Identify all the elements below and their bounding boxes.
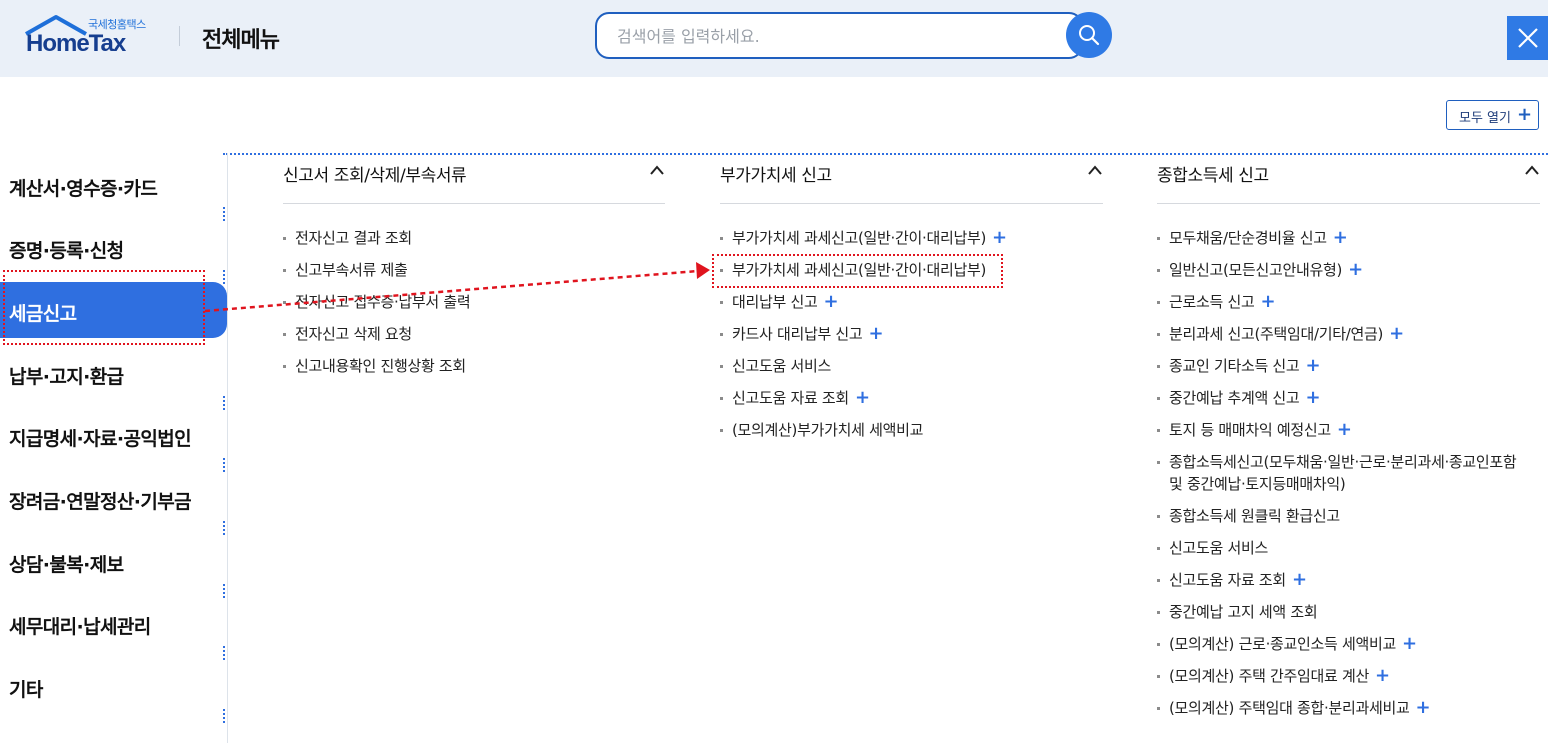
sidebar-item-tax-agent[interactable]: 세무대리·납세관리 xyxy=(0,595,228,651)
chevron-up-icon[interactable] xyxy=(649,164,665,176)
plus-icon[interactable]: + xyxy=(1337,419,1352,440)
sidebar-item-payment[interactable]: 납부·고지·환급 xyxy=(0,345,228,401)
plus-icon[interactable]: + xyxy=(1305,387,1320,408)
chevron-up-icon[interactable] xyxy=(1524,164,1540,176)
dotted-marker xyxy=(223,396,225,410)
sidebar-item-label: 지급명세·자료·공익법인 xyxy=(9,428,192,450)
plus-icon[interactable]: + xyxy=(1375,665,1390,686)
expand-all-label: 모두 열기 xyxy=(1459,111,1511,126)
plus-icon[interactable]: + xyxy=(1305,355,1320,376)
sidebar-item-payment-statement[interactable]: 지급명세·자료·공익법인 xyxy=(0,407,228,463)
highlight-box-sidebar xyxy=(3,270,205,345)
menu-top-dotted-border xyxy=(223,153,1548,155)
highlight-box-menu-item xyxy=(712,254,1003,288)
dotted-marker xyxy=(223,709,225,723)
plus-icon: + xyxy=(1517,104,1533,125)
dotted-marker xyxy=(223,458,225,472)
plus-icon[interactable]: + xyxy=(868,323,883,344)
close-icon xyxy=(1518,28,1538,48)
plus-icon[interactable]: + xyxy=(855,387,870,408)
dotted-marker xyxy=(223,584,225,598)
search-input[interactable] xyxy=(617,24,1057,48)
plus-icon[interactable]: + xyxy=(1292,569,1307,590)
plus-icon[interactable]: + xyxy=(1333,227,1348,248)
plus-icon[interactable]: + xyxy=(823,291,838,312)
dotted-marker xyxy=(223,646,225,660)
search-box xyxy=(595,12,1083,59)
search-icon xyxy=(1079,25,1100,46)
dotted-marker xyxy=(223,207,225,221)
sidebar-item-label: 장려금·연말정산·기부금 xyxy=(9,491,192,513)
sidebar-item-label: 기타 xyxy=(9,679,43,701)
sidebar-item-consultation[interactable]: 상담·불복·제보 xyxy=(0,533,228,589)
sidebar-item-certificate[interactable]: 증명·등록·신청 xyxy=(0,219,228,275)
column-divider xyxy=(283,203,665,204)
expand-all-button[interactable]: 모두 열기 + xyxy=(1446,100,1539,130)
chevron-up-icon[interactable] xyxy=(1087,164,1103,176)
search-button[interactable] xyxy=(1066,12,1112,58)
header-divider xyxy=(179,26,180,46)
column-divider xyxy=(1157,203,1540,204)
plus-icon[interactable]: + xyxy=(992,227,1007,248)
category-sidebar: 계산서·영수증·카드 증명·등록·신청 세금신고 납부·고지·환급 지급명세·자… xyxy=(0,153,228,743)
sidebar-item-label: 세무대리·납세관리 xyxy=(9,616,151,638)
logo-english-text: HomeTax xyxy=(26,30,126,57)
top-header: 국세청홈택스 HomeTax 전체메뉴 xyxy=(0,0,1548,77)
sidebar-item-etc[interactable]: 기타 xyxy=(0,658,228,714)
sidebar-item-label: 증명·등록·신청 xyxy=(9,240,124,262)
sidebar-item-label: 계산서·영수증·카드 xyxy=(9,178,158,200)
column-title[interactable]: 부가가치세 신고 xyxy=(720,161,832,186)
dotted-marker xyxy=(223,521,225,535)
sidebar-item-label: 상담·불복·제보 xyxy=(9,554,124,576)
sidebar-item-invoice[interactable]: 계산서·영수증·카드 xyxy=(0,157,228,213)
dotted-marker xyxy=(223,270,225,284)
plus-icon[interactable]: + xyxy=(1348,259,1363,280)
page-title: 전체메뉴 xyxy=(202,28,280,53)
plus-icon[interactable]: + xyxy=(1402,633,1417,654)
sidebar-item-incentive[interactable]: 장려금·연말정산·기부금 xyxy=(0,470,228,526)
plus-icon[interactable]: + xyxy=(1416,697,1431,718)
column-title[interactable]: 종합소득세 신고 xyxy=(1157,161,1269,186)
column-divider xyxy=(720,203,1103,204)
sidebar-item-label: 납부·고지·환급 xyxy=(9,366,124,388)
plus-icon[interactable]: + xyxy=(1260,291,1275,312)
hometax-logo[interactable]: 국세청홈택스 HomeTax xyxy=(24,14,158,58)
close-button[interactable] xyxy=(1507,16,1548,60)
column-title[interactable]: 신고서 조회/삭제/부속서류 xyxy=(283,161,467,186)
plus-icon[interactable]: + xyxy=(1389,323,1404,344)
